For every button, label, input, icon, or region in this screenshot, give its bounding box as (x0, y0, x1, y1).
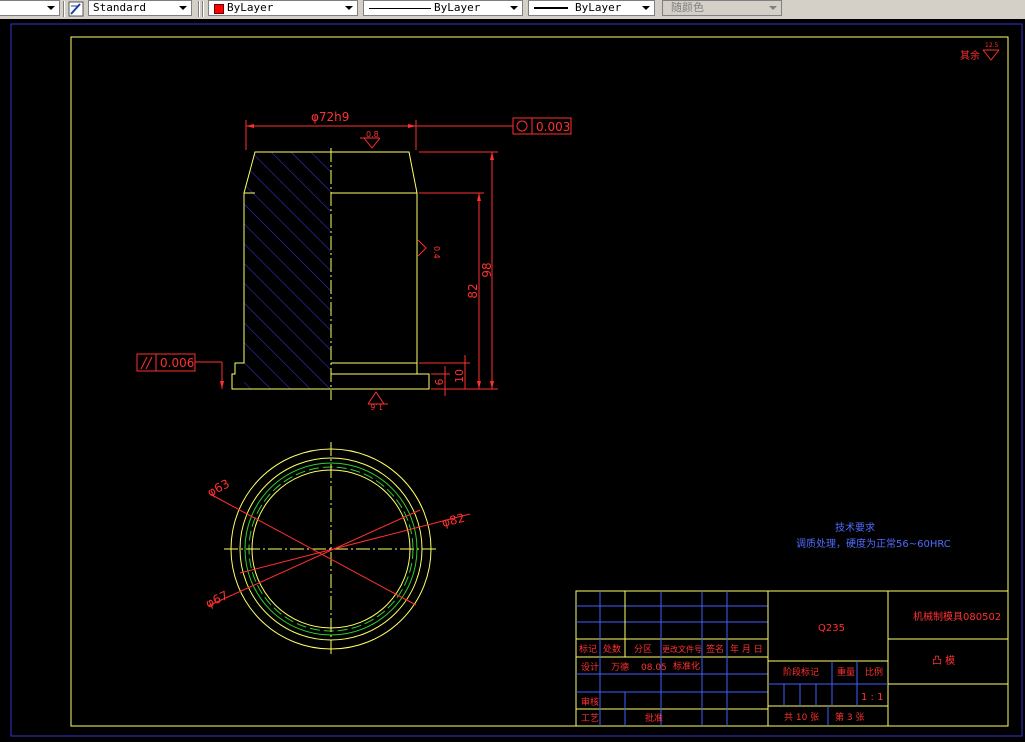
chevron-down-icon[interactable] (767, 1, 779, 15)
roughness-bottom-value: 1.6 (370, 402, 383, 411)
lineweight-dropdown[interactable]: ByLayer (528, 0, 655, 16)
col-sign: 签名 (706, 643, 724, 655)
col-date: 年 月 日 (730, 643, 763, 655)
drawing-number: 机械制模具080502 (913, 610, 1001, 623)
scale-value: 1 : 1 (861, 692, 883, 703)
color-value: ByLayer (227, 1, 274, 14)
title-block-text: Q235 机械制模具080502 凸 模 标记 处数 分区 更改文件号 签名 年… (579, 610, 1001, 724)
col-doc: 更改文件号 (662, 644, 702, 654)
design-label: 设计 (581, 661, 599, 673)
text-style-icon[interactable] (68, 1, 84, 17)
chevron-down-icon[interactable] (343, 1, 355, 15)
toolbar-separator (202, 1, 204, 17)
stage-mark-label: 阶段标记 (783, 666, 819, 678)
text-style-value: Standard (93, 1, 146, 14)
col-mark: 标记 (579, 643, 597, 655)
dim-height-98: 98 (480, 262, 494, 277)
toolbar-separator (198, 1, 200, 17)
linetype-sample (369, 8, 431, 9)
leader-phi82 (239, 513, 471, 574)
chevron-down-icon[interactable] (177, 1, 189, 15)
linetype-dropdown[interactable]: ByLayer (363, 0, 523, 16)
front-view: φ72h9 0.003 0.8 0.4 98 82 10 6 0.006 1.6 (136, 110, 572, 411)
plot-style-value: 随颜色 (671, 1, 704, 14)
total-sheets: 共 10 张 (784, 712, 819, 723)
review-label: 审核 (581, 696, 599, 708)
chevron-down-icon[interactable] (640, 1, 652, 15)
dim-10: 10 (453, 369, 466, 383)
plot-style-dropdown[interactable]: 随颜色 (662, 0, 782, 16)
section-hatch (244, 152, 331, 389)
sheet-outer-border (10, 23, 1023, 737)
properties-toolbar: Standard ByLayer ByLayer ByLayer 随颜色 (0, 0, 1025, 20)
lineweight-value: ByLayer (575, 1, 622, 14)
standardize-label: 标准化 (673, 660, 700, 672)
roughness-top-value: 0.8 (366, 130, 379, 139)
parallelism-icon (140, 356, 148, 370)
material: Q235 (818, 623, 845, 634)
linetype-value: ByLayer (434, 1, 481, 14)
sheet-number: 第 3 张 (835, 711, 864, 723)
layer-dropdown[interactable] (0, 0, 60, 16)
drawing-frame (70, 36, 1009, 727)
tech-requirements-text: 调质处理，硬度为正常56~60HRC (796, 537, 951, 550)
col-zone: 分区 (634, 644, 652, 655)
dim-phi67: φ67 (203, 588, 230, 610)
drawing-canvas[interactable]: 其余 12.5 φ72h9 0.003 0.8 0.4 98 82 10 6 0… (0, 19, 1025, 738)
dim-height-82: 82 (466, 283, 480, 298)
top-view: φ63 φ82 φ67 (203, 442, 471, 656)
roughness-other-symbol: 其余 12.5 (960, 42, 1000, 62)
leader-phi67 (207, 509, 421, 607)
designer: 万德 (611, 661, 629, 673)
roundness-icon (516, 120, 528, 132)
process-label: 工艺 (581, 713, 599, 724)
lineweight-sample (534, 7, 568, 9)
part-name: 凸 模 (932, 655, 955, 667)
parallelism-tolerance-value: 0.006 (160, 356, 194, 370)
design-date: 08.05 (641, 663, 667, 673)
tech-requirements-title: 技术要求 (835, 521, 875, 534)
col-qty: 处数 (603, 643, 621, 655)
color-dropdown[interactable]: ByLayer (208, 0, 358, 16)
approve-label: 批准 (645, 712, 663, 724)
roughness-other-value: 12.5 (985, 42, 999, 49)
dim-phi82: φ82 (440, 511, 466, 530)
dim-6: 6 (433, 379, 446, 386)
roughness-symbol-icon (417, 239, 427, 257)
weight-label: 重量 (837, 666, 855, 678)
dim-phi63: φ63 (205, 476, 232, 499)
roundness-tolerance-value: 0.003 (536, 120, 570, 134)
scale-label: 比例 (865, 666, 883, 678)
dim-diameter-72: φ72h9 (311, 110, 349, 124)
roughness-symbol-icon (363, 137, 381, 149)
toolbar-separator (63, 1, 65, 17)
roughness-symbol-icon (982, 49, 1000, 61)
text-style-dropdown[interactable]: Standard (88, 0, 192, 16)
color-swatch-icon (214, 4, 224, 14)
roughness-side-value: 0.4 (432, 246, 441, 259)
roughness-other-label: 其余 (960, 49, 980, 62)
chevron-down-icon[interactable] (508, 1, 520, 15)
chevron-down-icon[interactable] (45, 1, 57, 15)
drawing-svg[interactable]: 其余 12.5 φ72h9 0.003 0.8 0.4 98 82 10 6 0… (0, 19, 1025, 738)
